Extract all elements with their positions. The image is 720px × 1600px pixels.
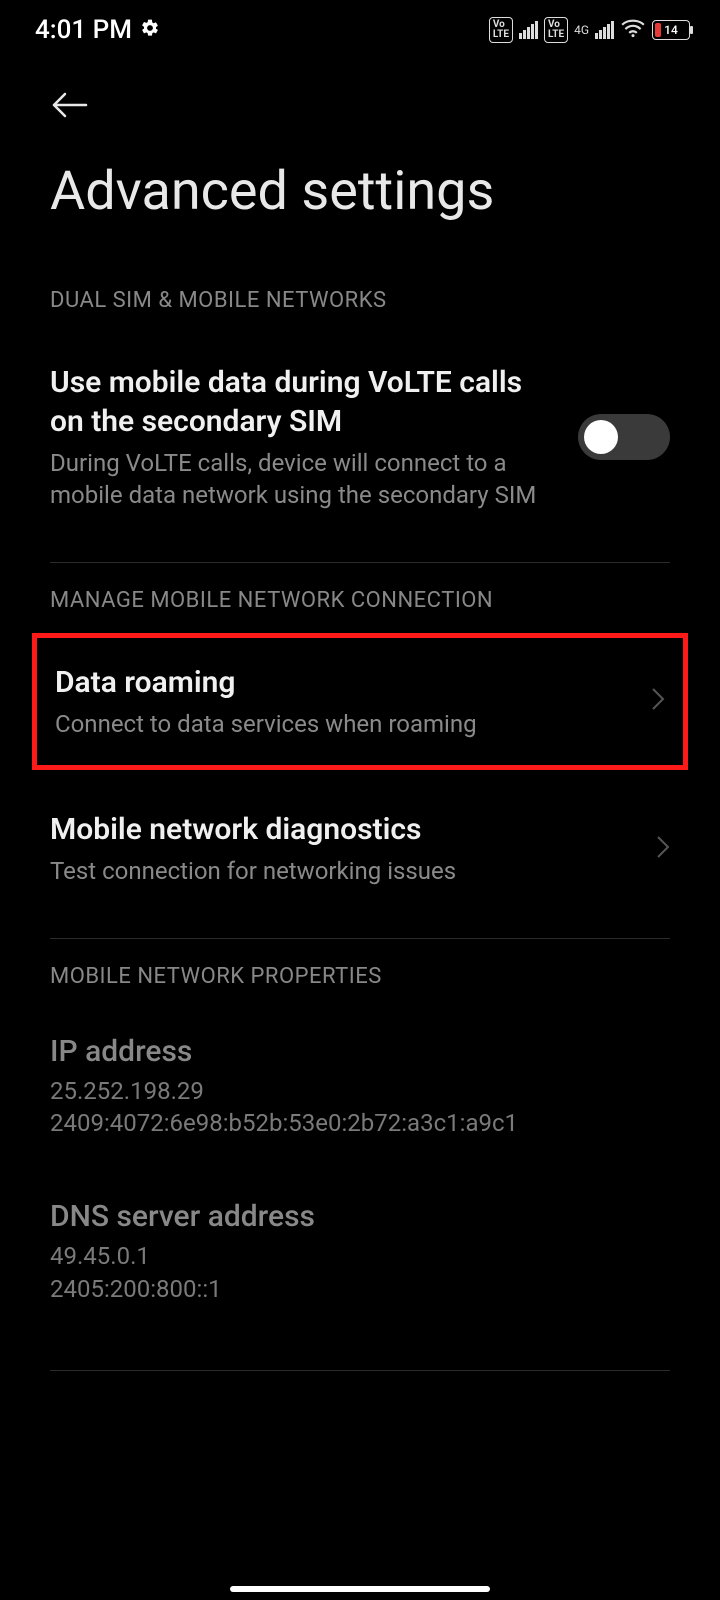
setting-volte-secondary-sim[interactable]: Use mobile data during VoLTE calls on th…: [0, 333, 720, 542]
chevron-right-icon: [651, 687, 665, 715]
battery-percent: 14: [653, 21, 689, 39]
back-button[interactable]: [50, 90, 90, 120]
dns-v6: 2405:200:800::1: [50, 1273, 670, 1305]
toggle-knob: [584, 420, 618, 454]
page-title: Advanced settings: [0, 130, 720, 263]
section-header-dual-sim: DUAL SIM & MOBILE NETWORKS: [0, 263, 720, 333]
gear-icon: [140, 18, 160, 42]
status-right: VoLTE VoLTE 4G 14: [489, 17, 690, 43]
signal-bars-2: [595, 21, 614, 39]
setting-subtitle: Connect to data services when roaming: [55, 708, 631, 740]
dns-v4: 49.45.0.1: [50, 1240, 670, 1272]
volte-badge-1: VoLTE: [489, 17, 513, 43]
setting-text: Use mobile data during VoLTE calls on th…: [50, 363, 578, 512]
setting-network-diagnostics[interactable]: Mobile network diagnostics Test connecti…: [0, 770, 720, 917]
ip-v6: 2409:4072:6e98:b52b:53e0:2b72:a3c1:a9c1: [50, 1107, 670, 1139]
setting-title: Use mobile data during VoLTE calls on th…: [50, 363, 558, 441]
highlight-box: Data roaming Connect to data services wh…: [32, 633, 688, 770]
setting-title: Mobile network diagnostics: [50, 810, 636, 849]
setting-text: Data roaming Connect to data services wh…: [55, 663, 651, 740]
status-left: 4:01 PM: [35, 15, 160, 45]
signal-bars-1: [519, 21, 538, 39]
home-indicator[interactable]: [230, 1586, 490, 1592]
wifi-icon: [620, 18, 646, 42]
toggle-volte[interactable]: [578, 414, 670, 460]
setting-title: Data roaming: [55, 663, 631, 702]
info-title: DNS server address: [50, 1199, 670, 1234]
info-dns-address: DNS server address 49.45.0.1 2405:200:80…: [0, 1164, 720, 1330]
app-bar: [0, 60, 720, 130]
chevron-right-icon: [656, 835, 670, 863]
status-time: 4:01 PM: [35, 15, 132, 45]
divider: [50, 1370, 670, 1371]
status-bar: 4:01 PM VoLTE VoLTE 4G 14: [0, 0, 720, 60]
info-title: IP address: [50, 1034, 670, 1069]
ip-v4: 25.252.198.29: [50, 1075, 670, 1107]
setting-data-roaming[interactable]: Data roaming Connect to data services wh…: [37, 638, 683, 765]
setting-subtitle: During VoLTE calls, device will connect …: [50, 447, 558, 512]
info-ip-address: IP address 25.252.198.29 2409:4072:6e98:…: [0, 1009, 720, 1165]
battery-icon: 14: [652, 20, 690, 40]
section-header-manage: MANAGE MOBILE NETWORK CONNECTION: [0, 563, 720, 633]
volte-badge-2: VoLTE: [544, 17, 568, 43]
setting-subtitle: Test connection for networking issues: [50, 855, 636, 887]
section-header-properties: MOBILE NETWORK PROPERTIES: [0, 939, 720, 1009]
network-type-label: 4G: [574, 24, 589, 36]
setting-text: Mobile network diagnostics Test connecti…: [50, 810, 656, 887]
